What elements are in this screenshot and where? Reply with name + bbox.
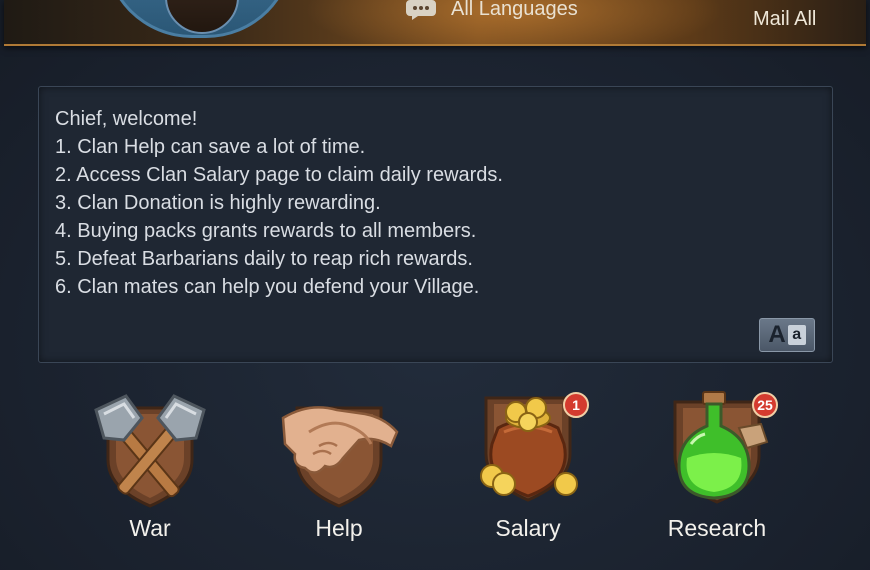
- message-line: 4. Buying packs grants rewards to all me…: [55, 220, 477, 242]
- message-line: 1. Clan Help can save a lot of time.: [55, 136, 366, 158]
- avatar-portrait: [165, 0, 239, 34]
- war-label: War: [129, 515, 171, 541]
- crossed-axes-icon: [94, 394, 206, 508]
- message-line: Chief, welcome!: [55, 108, 198, 130]
- message-lines: Chief, welcome! 1. Clan Help can save a …: [55, 105, 503, 301]
- war-button[interactable]: War: [70, 388, 230, 548]
- research-label: Research: [667, 515, 767, 541]
- salary-badge: 1: [563, 392, 589, 418]
- avatar[interactable]: [104, 0, 294, 38]
- chat-bubble-icon: [406, 0, 436, 20]
- message-line: 6. Clan mates can help you defend your V…: [55, 276, 480, 298]
- salary-button[interactable]: 1 Salary: [448, 388, 608, 548]
- translate-icon-small: a: [787, 325, 806, 345]
- salary-label: Salary: [495, 515, 561, 541]
- research-badge: 25: [752, 392, 778, 418]
- welcome-message-panel: Chief, welcome! 1. Clan Help can save a …: [38, 86, 833, 363]
- message-line: 5. Defeat Barbarians daily to reap rich …: [55, 248, 473, 270]
- header-banner: All Languages Mail All: [4, 0, 866, 46]
- language-filter[interactable]: All Languages: [451, 0, 578, 21]
- message-line: 3. Clan Donation is highly rewarding.: [55, 192, 381, 214]
- translate-icon-large: A: [768, 321, 786, 348]
- translate-button[interactable]: A a: [759, 318, 815, 352]
- help-label: Help: [315, 515, 363, 541]
- help-button[interactable]: Help: [259, 388, 419, 548]
- message-line: 2. Access Clan Salary page to claim dail…: [55, 164, 503, 186]
- handshake-icon: [281, 406, 399, 508]
- mail-all-button[interactable]: Mail All: [753, 7, 816, 31]
- research-button[interactable]: 25 Research: [637, 388, 797, 548]
